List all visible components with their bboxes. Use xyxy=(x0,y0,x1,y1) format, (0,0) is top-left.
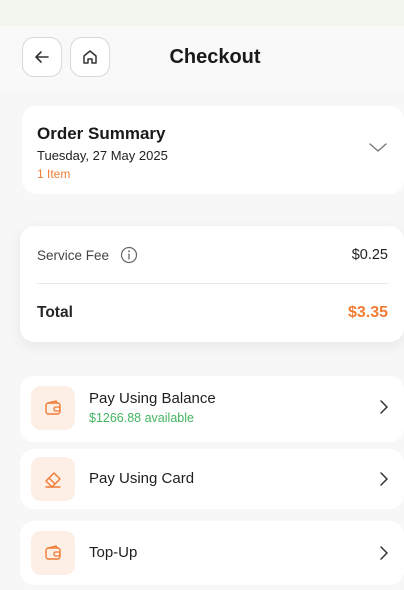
info-icon[interactable] xyxy=(120,246,138,264)
total-value: $3.35 xyxy=(347,304,388,321)
wallet-icon xyxy=(45,400,61,415)
status-bar-area xyxy=(0,0,404,26)
chevron-right-icon xyxy=(380,546,388,560)
chevron-down-icon[interactable] xyxy=(368,138,388,158)
wallet-icon xyxy=(45,545,61,560)
available-balance: $1266.88 available xyxy=(89,411,194,425)
divider xyxy=(37,283,388,284)
home-icon xyxy=(83,50,97,64)
order-summary-card[interactable]: Order Summary Tuesday, 27 May 2025 1 Ite… xyxy=(22,106,404,194)
pay-option-title: Pay Using Card xyxy=(89,470,195,487)
chevron-right-icon xyxy=(380,472,388,486)
pay-option-title: Pay Using Balance xyxy=(89,390,216,407)
item-count: 1 Item xyxy=(37,167,71,181)
card-icon xyxy=(45,472,61,488)
pay-option-icon-box xyxy=(31,457,75,501)
pay-using-card-option[interactable]: Pay Using Card xyxy=(20,449,404,509)
arrow-left-icon xyxy=(35,51,49,63)
pay-option-icon-box xyxy=(31,531,75,575)
pay-using-balance-option[interactable]: Pay Using Balance $1266.88 available xyxy=(20,376,404,442)
back-button[interactable] xyxy=(22,37,62,77)
top-up-option[interactable]: Top-Up xyxy=(20,521,404,585)
checkout-screen: Checkout Order Summary Tuesday, 27 May 2… xyxy=(0,0,404,590)
pay-option-icon-box xyxy=(31,386,75,430)
order-date: Tuesday, 27 May 2025 xyxy=(37,148,168,163)
order-summary-title: Order Summary xyxy=(37,124,166,143)
total-label: Total xyxy=(37,304,73,321)
page-title: Checkout xyxy=(169,46,261,68)
header: Checkout xyxy=(0,26,404,92)
pay-option-title: Top-Up xyxy=(89,544,138,561)
fee-summary-card: Service Fee $0.25 Total $3.35 xyxy=(20,226,404,342)
service-fee-label: Service Fee xyxy=(37,248,110,263)
service-fee-value: $0.25 xyxy=(351,247,388,263)
chevron-right-icon xyxy=(380,400,388,414)
home-button[interactable] xyxy=(70,37,110,77)
